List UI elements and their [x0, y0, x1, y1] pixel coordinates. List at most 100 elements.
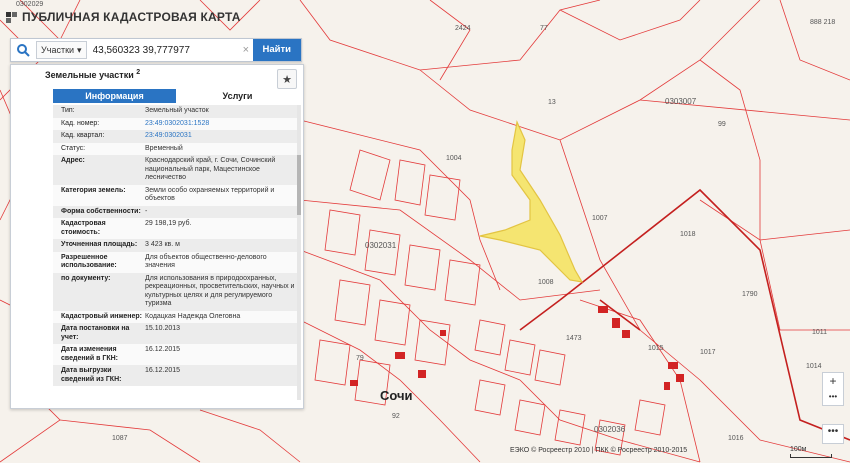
favorite-button[interactable]: ★	[277, 69, 297, 89]
scale-label: 100м	[790, 446, 807, 453]
info-row-label: Дата изменения сведений в ГКН:	[61, 346, 118, 362]
info-row-label: по документу:	[61, 274, 111, 282]
map-label: 2424	[455, 25, 471, 32]
info-row: Кадастровый инженер: Кодацкая Надежда Оле…	[53, 310, 299, 323]
info-row-value: Кодацкая Надежда Олеговна	[145, 312, 241, 320]
map-label: 1790	[742, 291, 758, 298]
info-row-label: Дата выгрузки сведений из ГКН:	[61, 367, 122, 383]
map-label: 1014	[806, 363, 822, 370]
scrollbar-thumb[interactable]	[297, 155, 301, 215]
map-label: 79	[356, 355, 364, 362]
logo-icon	[6, 11, 17, 23]
info-row: Дата изменения сведений в ГКН: 16.12.2015	[53, 344, 299, 365]
search-bar: Участки ▾ × Найти	[10, 38, 302, 62]
search-icon[interactable]	[11, 39, 36, 61]
info-row-label: Кад. квартал:	[61, 132, 105, 139]
info-row-label: Кад. номер:	[61, 119, 100, 127]
info-row: Категория земель: Земли особо охраняемых …	[53, 184, 299, 206]
info-row: Разрешенное использование: Для объектов о…	[53, 251, 299, 273]
map-label: 0302029	[16, 1, 43, 8]
info-panel: Земельные участки 2 ★ Информация Услуги …	[10, 64, 304, 409]
map-label: 92	[392, 413, 400, 420]
more-button[interactable]: •••	[823, 389, 843, 405]
map-label: 1087	[112, 435, 128, 442]
map-label: 1017	[700, 349, 716, 356]
star-icon: ★	[282, 73, 292, 86]
zoom-control: + •••	[822, 372, 844, 406]
close-icon[interactable]: ×	[239, 44, 252, 56]
more-tools-button[interactable]: •••	[822, 424, 844, 444]
info-row-label: Адрес:	[61, 157, 85, 164]
info-row-value: Земельный участок	[145, 107, 209, 114]
info-row-label: Статус:	[61, 144, 86, 152]
info-row-label: Форма собственности:	[61, 207, 141, 215]
info-row: Кадастровая стоимость: 29 198,19 руб.	[53, 218, 299, 239]
info-row: Кад. квартал: 23:49:0302031	[53, 130, 299, 143]
info-row: Статус: Временный	[53, 142, 299, 155]
tab-services[interactable]: Услуги	[176, 89, 299, 103]
info-row: Тип: Земельный участок	[53, 105, 299, 118]
info-row: по документу: Для использования в природо…	[53, 272, 299, 311]
info-row: Дата выгрузки сведений из ГКН: 16.12.2015	[53, 365, 299, 386]
info-row-link[interactable]: 23:49:0302031:1528	[145, 120, 299, 129]
info-row-value: 15.10.2013	[145, 325, 181, 332]
search-type-label: Участки	[41, 45, 75, 55]
info-row-label: Категория земель:	[61, 186, 126, 194]
info-row-value: Для объектов общественно-делового значен…	[145, 253, 267, 270]
city-label: Сочи	[380, 388, 413, 403]
info-row-label: Кадастровый инженер:	[61, 312, 143, 320]
info-rows: Тип: Земельный участок Кад. номер: 23:49:03…	[53, 105, 299, 386]
map-label: 99	[718, 121, 726, 128]
chevron-down-icon: ▾	[77, 44, 82, 55]
map-label: 77	[540, 25, 548, 32]
map-label: 0302036	[594, 425, 626, 434]
info-row-value: 16.12.2015	[145, 346, 181, 353]
info-row-label: Тип:	[61, 107, 75, 114]
info-row-value: Временный	[145, 144, 183, 152]
map-label: 1018	[680, 231, 696, 238]
scale-line	[790, 454, 832, 458]
info-row-label: Уточненная площадь:	[61, 241, 138, 248]
info-row-label: Разрешенное использование:	[61, 253, 117, 270]
info-row-value: Земли особо охраняемых территорий и объе…	[145, 186, 275, 203]
info-row-label: Кадастровая стоимость:	[61, 220, 106, 236]
info-row-label: Дата постановки на учет:	[61, 325, 130, 341]
info-row: Адрес: Краснодарский край, г. Сочи, Сочин…	[53, 155, 299, 185]
panel-title: Земельные участки 2	[45, 69, 140, 80]
tab-information[interactable]: Информация	[53, 89, 176, 103]
app-header: ПУБЛИЧНАЯ КАДАСТРОВАЯ КАРТА	[6, 10, 241, 24]
result-count: 2	[136, 69, 141, 76]
scale-bar: 100м	[790, 446, 832, 458]
map-label: 13	[548, 99, 556, 106]
find-button[interactable]: Найти	[252, 39, 302, 61]
info-row: Дата постановки на учет: 15.10.2013	[53, 323, 299, 344]
info-row-value: -	[145, 207, 148, 215]
info-row: Уточненная площадь: 3 423 кв. м	[53, 239, 299, 252]
map-label: 1016	[728, 435, 744, 442]
info-row-value: Для использования в природоохранных, рек…	[145, 274, 295, 308]
map-label: 0302031	[365, 241, 397, 250]
panel-title-text: Земельные участки	[45, 70, 134, 80]
map-label: 1015	[648, 345, 664, 352]
info-row: Форма собственности: -	[53, 205, 299, 218]
map-label: 1004	[446, 155, 462, 162]
map-label: 1011	[812, 329, 827, 336]
info-row: Кад. номер: 23:49:0302031:1528	[53, 117, 299, 130]
map-label: 1473	[566, 335, 582, 342]
info-row-value: Краснодарский край, г. Сочи, Сочинский н…	[145, 157, 276, 181]
map-label: 888 218	[810, 19, 835, 26]
map-label: 1007	[592, 215, 608, 222]
info-row-value: 16.12.2015	[145, 367, 181, 374]
info-row-link[interactable]: 23:49:0302031	[145, 132, 299, 141]
zoom-in-button[interactable]: +	[823, 373, 843, 389]
search-type-select[interactable]: Участки ▾	[36, 41, 87, 59]
search-input[interactable]	[86, 43, 240, 57]
map-label: 0303007	[665, 97, 697, 106]
panel-tabs: Информация Услуги	[53, 89, 299, 103]
panel-scrollbar[interactable]	[297, 105, 301, 400]
info-row-value: 3 423 кв. м	[145, 241, 180, 248]
map-label: 1008	[538, 279, 554, 286]
app-title: ПУБЛИЧНАЯ КАДАСТРОВАЯ КАРТА	[22, 10, 241, 24]
attribution: ЕЭКО © Росреестр 2010 | ПКК © Росреестр …	[510, 447, 688, 454]
info-row-value: 29 198,19 руб.	[145, 220, 192, 227]
